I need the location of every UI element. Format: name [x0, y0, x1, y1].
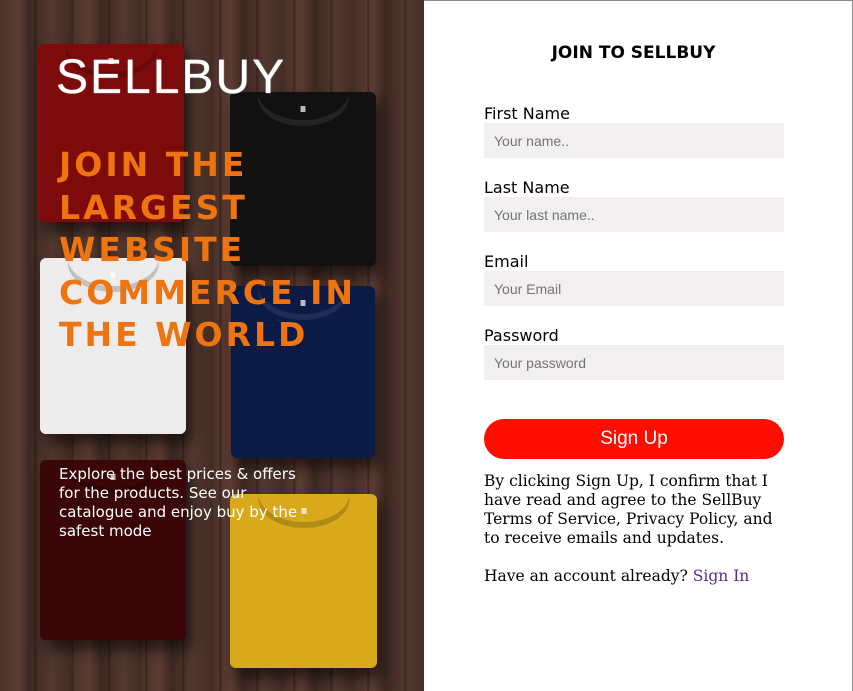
password-input[interactable]: [484, 345, 784, 380]
hero-tagline: Explore the best prices & offers for the…: [59, 465, 298, 540]
first-name-label: First Name: [484, 104, 570, 123]
sign-in-link[interactable]: Sign In: [693, 567, 750, 585]
hero-panel: SELLBUY JOIN THE LARGEST WEBSITE COMMERC…: [0, 0, 424, 691]
password-label: Password: [484, 326, 559, 345]
hero-headline: JOIN THE LARGEST WEBSITE COMMERCE IN THE…: [59, 145, 357, 354]
sellbuy-logo: SELLBUY: [56, 51, 287, 104]
have-account-line: Have an account already? Sign In: [484, 567, 749, 585]
terms-text: By clicking Sign Up, I confirm that I ha…: [484, 472, 773, 547]
sign-up-button[interactable]: Sign Up: [484, 419, 784, 459]
last-name-label: Last Name: [484, 178, 570, 197]
form-title: JOIN TO SELLBUY: [551, 43, 716, 63]
have-account-text: Have an account already?: [484, 567, 688, 585]
email-label: Email: [484, 252, 529, 271]
first-name-input[interactable]: [484, 123, 784, 158]
signup-panel: JOIN TO SELLBUY First Name Last Name Ema…: [424, 0, 853, 691]
last-name-input[interactable]: [484, 197, 784, 232]
email-input[interactable]: [484, 271, 784, 306]
